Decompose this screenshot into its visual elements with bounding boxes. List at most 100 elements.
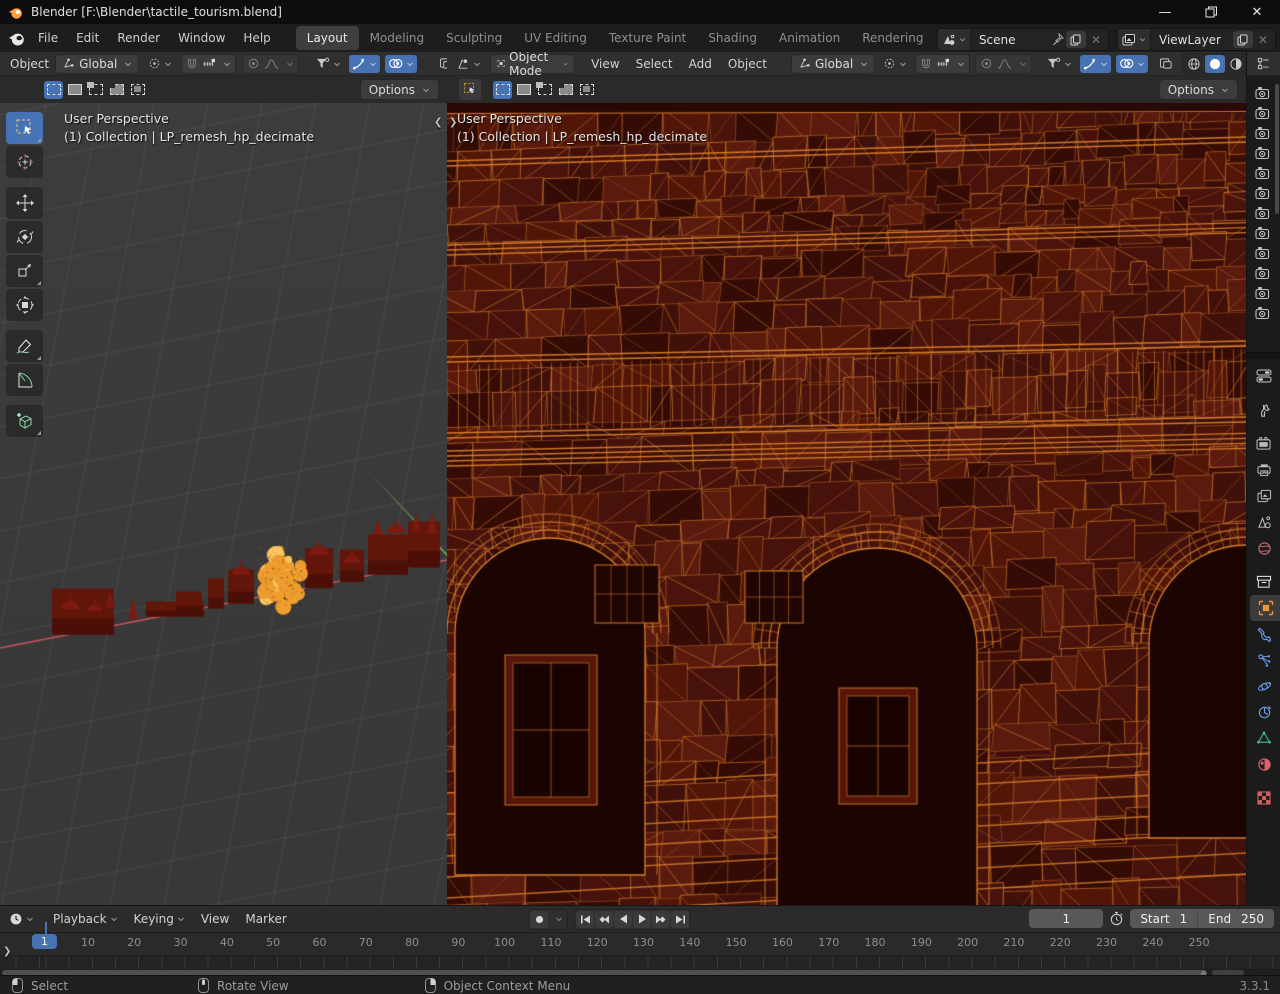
viewlayer-selector[interactable]: ViewLayer ✕ [1117, 28, 1276, 51]
tab-physics[interactable] [1247, 673, 1280, 699]
select-mode-intersect[interactable] [128, 81, 147, 99]
tab-tool[interactable] [1247, 397, 1280, 423]
select-mode-invert[interactable] [107, 81, 126, 99]
tab-object[interactable] [1250, 595, 1280, 621]
viewport-menu-item[interactable]: Add [681, 54, 720, 74]
remove-viewlayer-icon[interactable]: ✕ [1255, 33, 1271, 47]
restore-button[interactable] [1188, 0, 1234, 24]
tab-render[interactable] [1247, 431, 1280, 457]
editor-type-dropdown[interactable] [453, 55, 484, 73]
viewport-menu-item[interactable]: View [583, 54, 627, 74]
tab-particles[interactable] [1247, 647, 1280, 673]
viewport-menu-item[interactable]: Select [628, 54, 681, 74]
select-mode-subtract-right[interactable] [535, 81, 554, 99]
playhead[interactable] [45, 922, 47, 941]
frame-end-field[interactable]: End250 [1197, 909, 1274, 928]
use-preview-range-icon[interactable] [1109, 911, 1124, 926]
previous-keyframe-button[interactable] [595, 911, 613, 928]
keying-set-dropdown[interactable] [548, 911, 566, 928]
tab-object-data[interactable] [1247, 725, 1280, 751]
tab-texture[interactable] [1247, 785, 1280, 811]
frame-start-field[interactable]: Start1 [1130, 909, 1197, 928]
tab-collection[interactable] [1247, 569, 1280, 595]
scale-tool[interactable] [6, 255, 43, 287]
select-mode-intersect-right[interactable] [577, 81, 596, 99]
xray-toggle-clipped[interactable] [436, 55, 447, 73]
transform-orientation-dropdown-right[interactable]: Global [791, 54, 875, 74]
workspace-tab[interactable]: Modeling [359, 26, 436, 50]
snapping-group[interactable] [181, 54, 236, 74]
active-tool-icon[interactable] [459, 79, 481, 100]
select-mode-new-right[interactable] [493, 81, 512, 99]
camera-render-toggle-icon[interactable] [1255, 86, 1273, 100]
editor-divider[interactable] [1247, 352, 1280, 359]
tab-scene[interactable] [1247, 509, 1280, 535]
sidebar-toggle-left-viewport[interactable]: ❮ [434, 117, 442, 128]
workspace-tab[interactable]: Rendering [851, 26, 934, 50]
topbar-menu-item[interactable]: Window [169, 27, 234, 49]
select-box-tool[interactable] [6, 112, 43, 144]
workspace-tab[interactable]: Texture Paint [598, 26, 697, 50]
workspace-tab[interactable]: Sculpting [435, 26, 513, 50]
workspace-tab[interactable]: Shading [697, 26, 768, 50]
camera-render-toggle-icon[interactable] [1255, 186, 1273, 200]
toolbar-toggle-right-viewport[interactable]: ❯ [449, 117, 457, 128]
select-mode-subtract[interactable] [86, 81, 105, 99]
camera-render-toggle-icon[interactable] [1255, 226, 1273, 240]
tab-constraints[interactable] [1247, 699, 1280, 725]
topbar-menu-item[interactable]: Help [234, 27, 279, 49]
interaction-mode-dropdown[interactable]: Object Mode [490, 54, 575, 74]
select-mode-extend[interactable] [65, 81, 84, 99]
workspace-tab[interactable]: UV Editing [513, 26, 598, 50]
tab-modifiers[interactable] [1247, 621, 1280, 647]
xray-toggle-right[interactable] [1156, 55, 1176, 73]
camera-render-toggle-icon[interactable] [1255, 106, 1273, 120]
auto-keying-record-button[interactable] [530, 911, 548, 928]
camera-render-toggle-icon[interactable] [1255, 206, 1273, 220]
outliner-editor-icon[interactable] [1257, 57, 1271, 71]
new-viewlayer-icon[interactable] [1233, 31, 1253, 48]
timeline-menu-marker[interactable]: Marker [237, 909, 294, 929]
outliner-scrollbar[interactable] [1275, 84, 1279, 214]
pivot-point-dropdown-right[interactable] [880, 55, 910, 73]
tab-material[interactable] [1247, 751, 1280, 777]
jump-to-end-button[interactable] [671, 911, 689, 928]
proportional-edit-group-right[interactable] [975, 54, 1032, 74]
camera-render-toggle-icon[interactable] [1255, 166, 1273, 180]
topbar-menu-item[interactable]: Edit [67, 27, 108, 49]
snapping-group-right[interactable] [915, 54, 970, 74]
camera-render-toggle-icon[interactable] [1255, 126, 1273, 140]
viewport-3d-right[interactable] [447, 103, 1246, 905]
select-mode-invert-right[interactable] [556, 81, 575, 99]
rotate-tool[interactable] [6, 221, 43, 253]
timeline-editor-type-dropdown[interactable] [6, 910, 37, 928]
scene-name[interactable]: Scene [971, 33, 1047, 47]
timeline-menu-playback[interactable]: Playback [45, 909, 126, 929]
shading-material-button[interactable] [1226, 55, 1246, 73]
gizmos-toggle[interactable] [349, 55, 380, 73]
timeline-tick-area[interactable] [0, 955, 1280, 969]
play-reverse-button[interactable] [614, 911, 632, 928]
timeline-ruler[interactable]: 1 10203040506070809010011012013014015016… [0, 933, 1280, 955]
annotate-tool[interactable] [6, 330, 43, 362]
properties-editor-icon[interactable] [1247, 363, 1280, 389]
next-keyframe-button[interactable] [652, 911, 670, 928]
transform-tool[interactable] [6, 289, 43, 321]
tab-output[interactable] [1247, 457, 1280, 483]
cursor-tool[interactable] [6, 146, 43, 178]
new-scene-icon[interactable] [1066, 31, 1086, 48]
pivot-point-dropdown[interactable] [145, 55, 175, 73]
gizmos-toggle-right[interactable] [1080, 55, 1111, 73]
options-dropdown-right[interactable]: Options [1159, 79, 1238, 100]
move-tool[interactable] [6, 187, 43, 219]
camera-render-toggle-icon[interactable] [1255, 246, 1273, 260]
shading-solid-button[interactable] [1205, 55, 1225, 73]
close-button[interactable]: ✕ [1234, 0, 1280, 24]
timeline-menu-keying[interactable]: Keying [126, 909, 193, 929]
select-mode-new[interactable] [44, 81, 63, 99]
measure-tool[interactable] [6, 364, 43, 396]
overlays-toggle-right[interactable] [1116, 55, 1148, 73]
camera-render-toggle-icon[interactable] [1255, 286, 1273, 300]
unlink-scene-icon[interactable]: ✕ [1088, 33, 1104, 47]
camera-render-toggle-icon[interactable] [1255, 146, 1273, 160]
